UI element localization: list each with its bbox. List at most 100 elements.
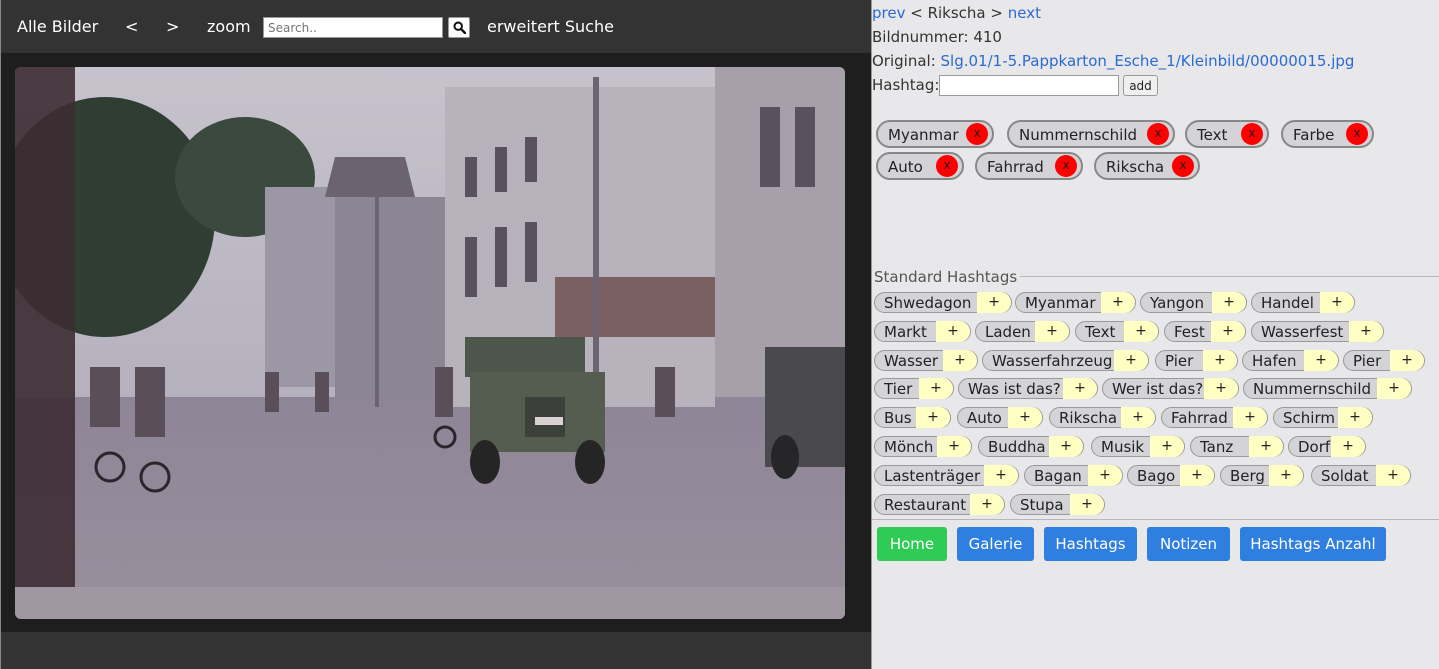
standard-tag: Tanz +: [1190, 436, 1284, 457]
standard-tag: Myanmar +: [1015, 292, 1136, 313]
standard-hashtags-title: Standard Hashtags: [874, 268, 1018, 286]
remove-tag-button[interactable]: x: [1172, 155, 1194, 177]
original-path-link[interactable]: Slg.01/1-5.Pappkarton_Esche_1/Kleinbild/…: [941, 52, 1355, 70]
info-panel: prev < Rikscha > next Bildnummer: 410 Or…: [871, 0, 1439, 669]
standard-tag-label: Was ist das?: [968, 380, 1061, 398]
search-button[interactable]: [448, 17, 470, 38]
current-tag-label: Text: [1197, 126, 1228, 144]
add-tag-button[interactable]: +: [1233, 407, 1267, 428]
standard-tag-label: Wasserfahrzeug: [992, 352, 1113, 370]
current-tag: Rikscha x: [1094, 152, 1200, 180]
add-tag-button[interactable]: +: [937, 436, 971, 457]
add-tag-button[interactable]: +: [1203, 350, 1237, 371]
standard-tag: Mönch +: [874, 436, 972, 457]
current-tag: Myanmar x: [876, 120, 994, 148]
standard-tag-label: Shwedagon: [884, 294, 972, 312]
current-tag-label: Myanmar: [888, 126, 959, 144]
add-tag-button[interactable]: +: [1390, 350, 1424, 371]
standard-tag-label: Mönch: [884, 438, 934, 456]
add-tag-button[interactable]: +: [1249, 436, 1283, 457]
previous-image-button[interactable]: <: [125, 17, 138, 36]
standard-tag: Wasserfest +: [1251, 321, 1384, 342]
standard-tag-label: Wasserfest: [1261, 323, 1344, 341]
standard-tag: Musik +: [1091, 436, 1185, 457]
current-tag-label: Rikscha: [1106, 158, 1165, 176]
add-tag-button[interactable]: +: [1049, 436, 1083, 457]
add-tag-button[interactable]: +: [1211, 321, 1245, 342]
remove-tag-button[interactable]: x: [1346, 123, 1368, 145]
home-button[interactable]: Home: [877, 527, 947, 561]
add-tag-button[interactable]: +: [1377, 378, 1411, 399]
standard-tag: Lastenträger +: [874, 465, 1019, 486]
add-tag-button[interactable]: +: [919, 378, 953, 399]
gallery-button[interactable]: Galerie: [957, 527, 1034, 561]
advanced-search-link[interactable]: erweitert Suche: [487, 17, 614, 36]
add-tag-button[interactable]: +: [1269, 465, 1303, 486]
standard-tag-label: Hafen: [1252, 352, 1297, 370]
add-tag-button[interactable]: +: [970, 494, 1004, 515]
standard-tag-label: Restaurant: [884, 496, 967, 514]
current-tag-label: Auto: [888, 158, 923, 176]
hashtag-count-button[interactable]: Hashtags Anzahl: [1240, 527, 1386, 561]
add-tag-button[interactable]: +: [1304, 350, 1338, 371]
add-tag-button[interactable]: +: [1338, 407, 1372, 428]
hashtag-input[interactable]: [939, 75, 1119, 96]
add-tag-button[interactable]: +: [1070, 494, 1104, 515]
standard-tag-label: Auto: [967, 409, 1002, 427]
add-tag-button[interactable]: +: [1088, 465, 1122, 486]
remove-tag-button[interactable]: x: [1147, 123, 1169, 145]
next-link[interactable]: next: [1008, 4, 1041, 22]
standard-tag-label: Fest: [1174, 323, 1205, 341]
all-images-link[interactable]: Alle Bilder: [17, 17, 98, 36]
add-tag-button[interactable]: +: [977, 292, 1011, 313]
add-tag-button[interactable]: +: [1204, 378, 1238, 399]
remove-tag-button[interactable]: x: [1241, 123, 1263, 145]
standard-tag: Buddha +: [978, 436, 1084, 457]
standard-tag: Restaurant +: [874, 494, 1005, 515]
standard-tag-label: Pier: [1165, 352, 1194, 370]
add-tag-button[interactable]: +: [1320, 292, 1354, 313]
add-tag-button[interactable]: +: [1124, 321, 1158, 342]
breadcrumb: prev < Rikscha > next: [872, 4, 1041, 22]
search-input[interactable]: [263, 17, 443, 38]
standard-tag: Wer ist das? +: [1102, 378, 1239, 399]
notes-button[interactable]: Notizen: [1147, 527, 1230, 561]
add-hashtag-button[interactable]: add: [1123, 75, 1158, 96]
standard-tag: Bagan +: [1024, 465, 1123, 486]
add-tag-button[interactable]: +: [1121, 407, 1155, 428]
add-tag-button[interactable]: +: [1035, 321, 1069, 342]
standard-tag-label: Bago: [1137, 467, 1176, 485]
next-image-button[interactable]: >: [166, 17, 179, 36]
add-tag-button[interactable]: +: [1180, 465, 1214, 486]
standard-tag: Dorf +: [1288, 436, 1366, 457]
standard-tag: Markt +: [874, 321, 971, 342]
zoom-button[interactable]: zoom: [207, 17, 251, 36]
add-tag-button[interactable]: +: [1331, 436, 1365, 457]
prev-link[interactable]: prev: [872, 4, 905, 22]
remove-tag-button[interactable]: x: [1055, 155, 1077, 177]
standard-tag-label: Bus: [884, 409, 912, 427]
remove-tag-button[interactable]: x: [936, 155, 958, 177]
standard-tag-label: Tanz: [1200, 438, 1234, 456]
remove-tag-button[interactable]: x: [966, 123, 988, 145]
standard-tag: Fest +: [1164, 321, 1246, 342]
add-tag-button[interactable]: +: [1212, 292, 1246, 313]
search-icon: [453, 21, 466, 34]
standard-tag-label: Rikscha: [1059, 409, 1118, 427]
add-tag-button[interactable]: +: [1008, 407, 1042, 428]
add-tag-button[interactable]: +: [1114, 350, 1148, 371]
standard-tag-label: Handel: [1261, 294, 1314, 312]
add-tag-button[interactable]: +: [943, 350, 977, 371]
add-tag-button[interactable]: +: [1101, 292, 1135, 313]
add-tag-button[interactable]: +: [1063, 378, 1097, 399]
add-tag-button[interactable]: +: [984, 465, 1018, 486]
standard-tag-label: Wer ist das?: [1112, 380, 1204, 398]
add-tag-button[interactable]: +: [916, 407, 950, 428]
hashtags-button[interactable]: Hashtags: [1044, 527, 1137, 561]
add-tag-button[interactable]: +: [1349, 321, 1383, 342]
add-tag-button[interactable]: +: [936, 321, 970, 342]
add-tag-button[interactable]: +: [1150, 436, 1184, 457]
add-tag-button[interactable]: +: [1376, 465, 1410, 486]
standard-tag: Wasserfahrzeug +: [982, 350, 1149, 371]
standard-tag-label: Pier: [1353, 352, 1382, 370]
